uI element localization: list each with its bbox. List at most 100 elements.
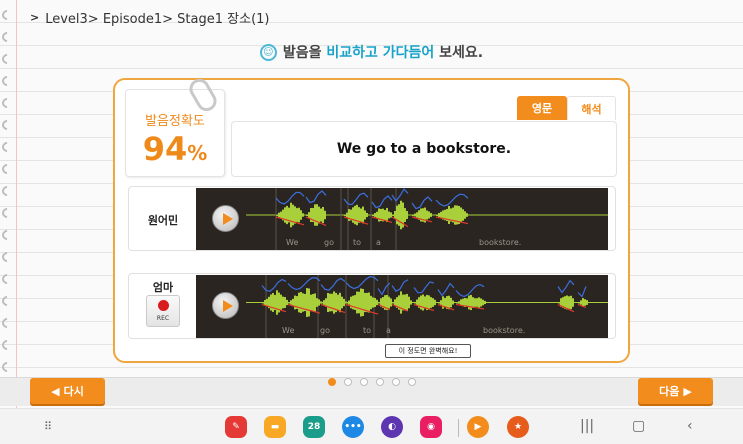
waveform-bar	[308, 288, 310, 317]
waveform-bar	[426, 210, 428, 220]
waveform-bar	[374, 213, 376, 217]
pagination-dot[interactable]	[391, 378, 400, 386]
waveform-bar	[468, 295, 470, 310]
waveform-bar	[406, 293, 408, 312]
waveform-bar	[264, 300, 266, 305]
waveform-bar	[422, 294, 424, 311]
pitch-curve	[391, 188, 409, 203]
instruction-pre: 발음을	[282, 45, 327, 61]
back-nav-icon[interactable]: ‹	[687, 418, 693, 434]
waveform-bar	[343, 298, 345, 307]
waveform-bar	[292, 298, 294, 307]
waveform-bar	[308, 212, 310, 218]
browser-app-icon[interactable]: ◐	[381, 416, 403, 438]
waveform-bar	[360, 208, 362, 222]
waveform-bar	[432, 298, 434, 307]
native-play-button[interactable]	[212, 205, 239, 232]
tab-original[interactable]: 영문	[517, 96, 567, 120]
waveform-bar	[482, 299, 484, 306]
learning-app-2-icon[interactable]: ★	[507, 416, 529, 438]
waveform-bar	[280, 294, 282, 311]
app-drawer-icon[interactable]: ⠿	[44, 420, 52, 433]
waveform-bar	[386, 207, 388, 223]
messages-app-icon[interactable]: •••	[342, 416, 364, 438]
waveform-bar	[270, 294, 272, 311]
waveform-bar	[444, 297, 446, 308]
waveform-bar	[558, 302, 560, 304]
taskbar-divider	[458, 419, 459, 437]
pagination-dot[interactable]	[359, 378, 368, 386]
folder-app-icon[interactable]: ▬	[264, 416, 286, 438]
learning-app-icon[interactable]: ▶	[467, 416, 489, 438]
waveform-bar	[404, 294, 406, 311]
user-word: go	[320, 326, 330, 335]
waveform-bar	[310, 294, 312, 311]
waveform-bar	[318, 299, 320, 306]
recents-icon[interactable]: |||	[580, 418, 594, 434]
native-label: 원어민	[147, 214, 179, 227]
waveform-bar	[406, 211, 408, 219]
next-button[interactable]: 다음 ▶	[638, 378, 713, 404]
pitch-curve	[320, 277, 346, 291]
waveform-bar	[438, 302, 440, 304]
waveform-bar	[580, 300, 582, 305]
memo-app-icon[interactable]: ✎	[225, 416, 247, 438]
waveform-bar	[364, 210, 366, 220]
waveform-bar	[396, 205, 398, 225]
pagination-dot[interactable]	[343, 378, 352, 386]
waveform-bar	[436, 215, 438, 216]
record-button[interactable]: REC	[146, 295, 180, 327]
pagination-dot[interactable]	[407, 378, 416, 386]
binder-hole	[0, 95, 15, 111]
waveform-bar	[466, 213, 468, 217]
arrow-right-icon: ▶	[683, 384, 692, 398]
waveform-bar	[578, 302, 580, 304]
home-icon[interactable]: ▢	[632, 418, 645, 434]
native-word: bookstore.	[479, 238, 522, 247]
breadcrumb: > Level3> Episode1> Stage1 장소(1)	[30, 8, 269, 27]
binder-hole	[0, 249, 15, 265]
binder-hole	[0, 205, 15, 221]
user-play-button[interactable]	[212, 292, 239, 319]
pitch-curve	[275, 191, 305, 205]
waveform-bar	[472, 297, 474, 308]
binder-hole	[0, 293, 15, 309]
waveform-bar	[460, 207, 462, 223]
waveform-bar	[464, 211, 466, 219]
waveform-bar	[323, 300, 325, 305]
back-label: 다시	[63, 385, 84, 398]
waveform-bar	[392, 215, 394, 216]
waveform-bar	[296, 208, 298, 222]
waveform-bar	[374, 297, 376, 308]
pagination-dot[interactable]	[327, 378, 336, 386]
tab-translation[interactable]: 해석	[567, 96, 616, 120]
pitch-curve	[577, 286, 587, 298]
pitch-curve	[371, 195, 393, 209]
pagination-dot[interactable]	[375, 378, 384, 386]
waveform-bar	[294, 295, 296, 310]
waveform-bar	[321, 302, 323, 304]
waveform-bar	[316, 204, 318, 226]
user-waveform-graph	[246, 275, 608, 338]
waveform-bar	[356, 204, 358, 226]
native-word: go	[324, 238, 334, 247]
waveform-bar	[414, 213, 416, 217]
arrow-left-icon: ◀	[51, 384, 60, 398]
camera-app-icon[interactable]: ◉	[420, 416, 442, 438]
waveform-bar	[474, 298, 476, 307]
user-word: to	[363, 326, 372, 335]
waveform-bar	[278, 212, 280, 218]
feedback-hint: 이 정도면 완벽해요!	[385, 344, 471, 358]
waveform-bar	[262, 302, 264, 304]
waveform-bar	[266, 298, 268, 307]
back-button[interactable]: ◀ 다시	[30, 378, 105, 404]
waveform-bar	[280, 211, 282, 219]
waveform-bar	[430, 297, 432, 308]
waveform-bar	[294, 206, 296, 224]
waveform-bar	[286, 299, 288, 306]
waveform-bar	[462, 209, 464, 221]
calendar-app-icon[interactable]: 28	[303, 416, 325, 438]
user-label: 엄마	[152, 281, 174, 294]
waveform-bar	[458, 301, 460, 304]
waveform-bar	[316, 298, 318, 307]
